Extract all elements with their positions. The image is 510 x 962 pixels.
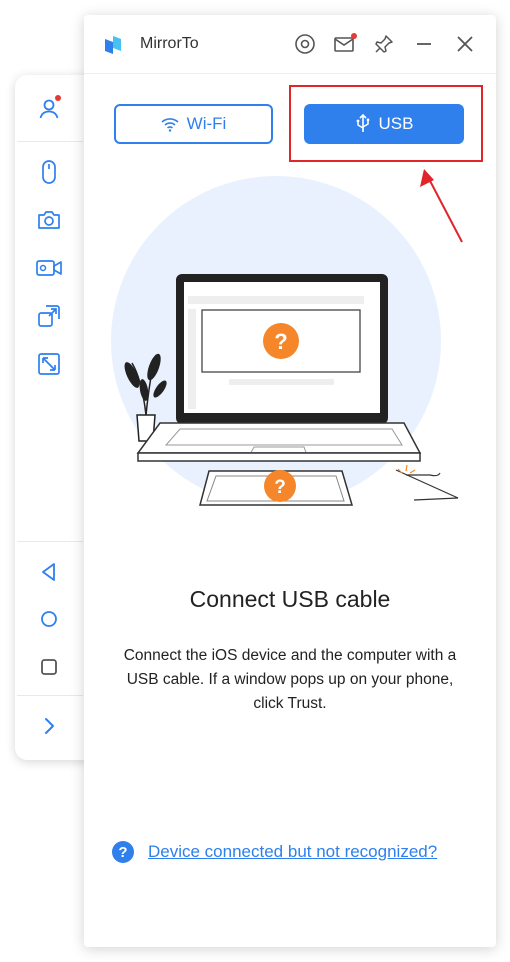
mouse-button[interactable] [33,156,65,188]
user-button[interactable] [33,93,65,125]
video-icon [36,260,62,276]
sidebar-divider [17,695,83,696]
record-button[interactable] [33,252,65,284]
home-button[interactable] [33,603,65,635]
connect-description: Connect the iOS device and the computer … [123,647,457,712]
expand-icon [38,305,60,327]
phone-icon: ? [199,470,354,506]
back-button[interactable] [33,556,65,588]
main-window: MirrorTo Wi-Fi USB ? ? Connect USB cable… [84,15,496,947]
fullscreen-icon [38,353,60,375]
home-icon [41,611,57,627]
phone-question-mark: ? [274,477,286,498]
sidebar-divider [17,141,83,142]
laptop-icon: ? [136,274,422,462]
usb-connection-illustration: ? ? [111,176,459,506]
back-icon [42,563,55,581]
connect-title: Connect USB cable [189,586,391,612]
recent-apps-button[interactable] [33,651,65,683]
camera-icon [38,211,60,229]
chevron-right-icon [45,718,54,734]
sidebar-divider [17,541,83,542]
help-row: ? Device connected but not recognized? [112,841,437,863]
recent-apps-icon [41,659,57,675]
window-mode-button[interactable] [33,300,65,332]
screenshot-button[interactable] [33,204,65,236]
notification-dot [55,95,61,101]
fullscreen-button[interactable] [33,348,65,380]
help-icon: ? [112,841,134,863]
device-not-recognized-link[interactable]: Device connected but not recognized? [148,842,437,862]
laptop-question-mark: ? [274,329,287,354]
collapse-sidebar-button[interactable] [33,710,65,742]
mouse-icon [42,160,56,184]
